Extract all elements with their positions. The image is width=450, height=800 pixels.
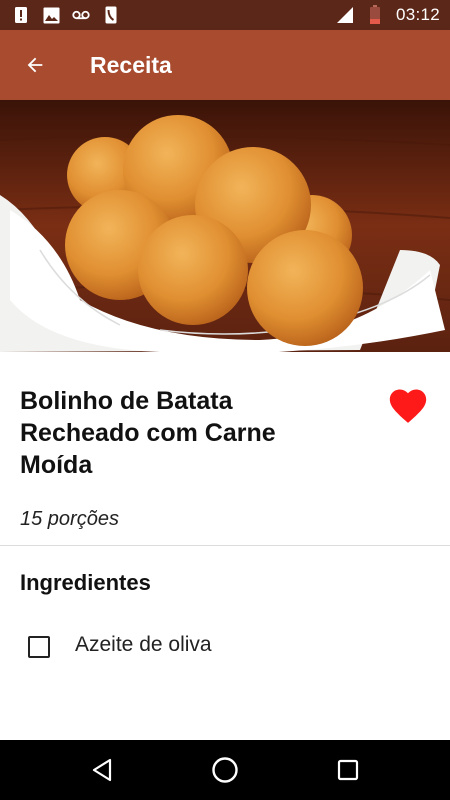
status-bar: 03:12 [0, 0, 450, 30]
ingredients-heading: Ingredientes [20, 570, 151, 595]
page-title: Receita [90, 51, 172, 78]
back-button[interactable] [0, 30, 70, 100]
recents-square-icon [338, 759, 359, 781]
home-circle-icon [212, 757, 238, 783]
back-triangle-icon [92, 758, 111, 782]
system-icons: 03:12 [336, 5, 440, 25]
ingredient-item[interactable]: Azeite de oliva [28, 632, 212, 658]
nav-recents-button[interactable] [323, 745, 373, 795]
app-bar: Receita [0, 30, 450, 100]
nav-back-button[interactable] [77, 745, 127, 795]
voicemail-icon [72, 6, 90, 24]
divider [0, 545, 450, 546]
image-icon [42, 6, 60, 24]
recipe-title: Bolinho de Batata Recheado com Carne Moí… [20, 387, 276, 479]
recipe-photo [0, 100, 450, 352]
clock: 03:12 [395, 5, 440, 24]
system-navigation-bar [0, 740, 450, 800]
alert-icon [12, 6, 30, 24]
phone-icon [102, 6, 120, 24]
battery-icon [366, 5, 384, 24]
nav-home-button[interactable] [200, 745, 250, 795]
servings-text: 15 porções [20, 508, 119, 530]
heart-icon [389, 389, 427, 423]
notification-icons [12, 6, 120, 24]
ingredient-label: Azeite de oliva [75, 633, 212, 656]
arrow-back-icon [27, 57, 43, 73]
ingredient-checkbox[interactable] [28, 636, 50, 658]
signal-icon [336, 6, 354, 24]
favorite-button[interactable] [386, 384, 430, 426]
